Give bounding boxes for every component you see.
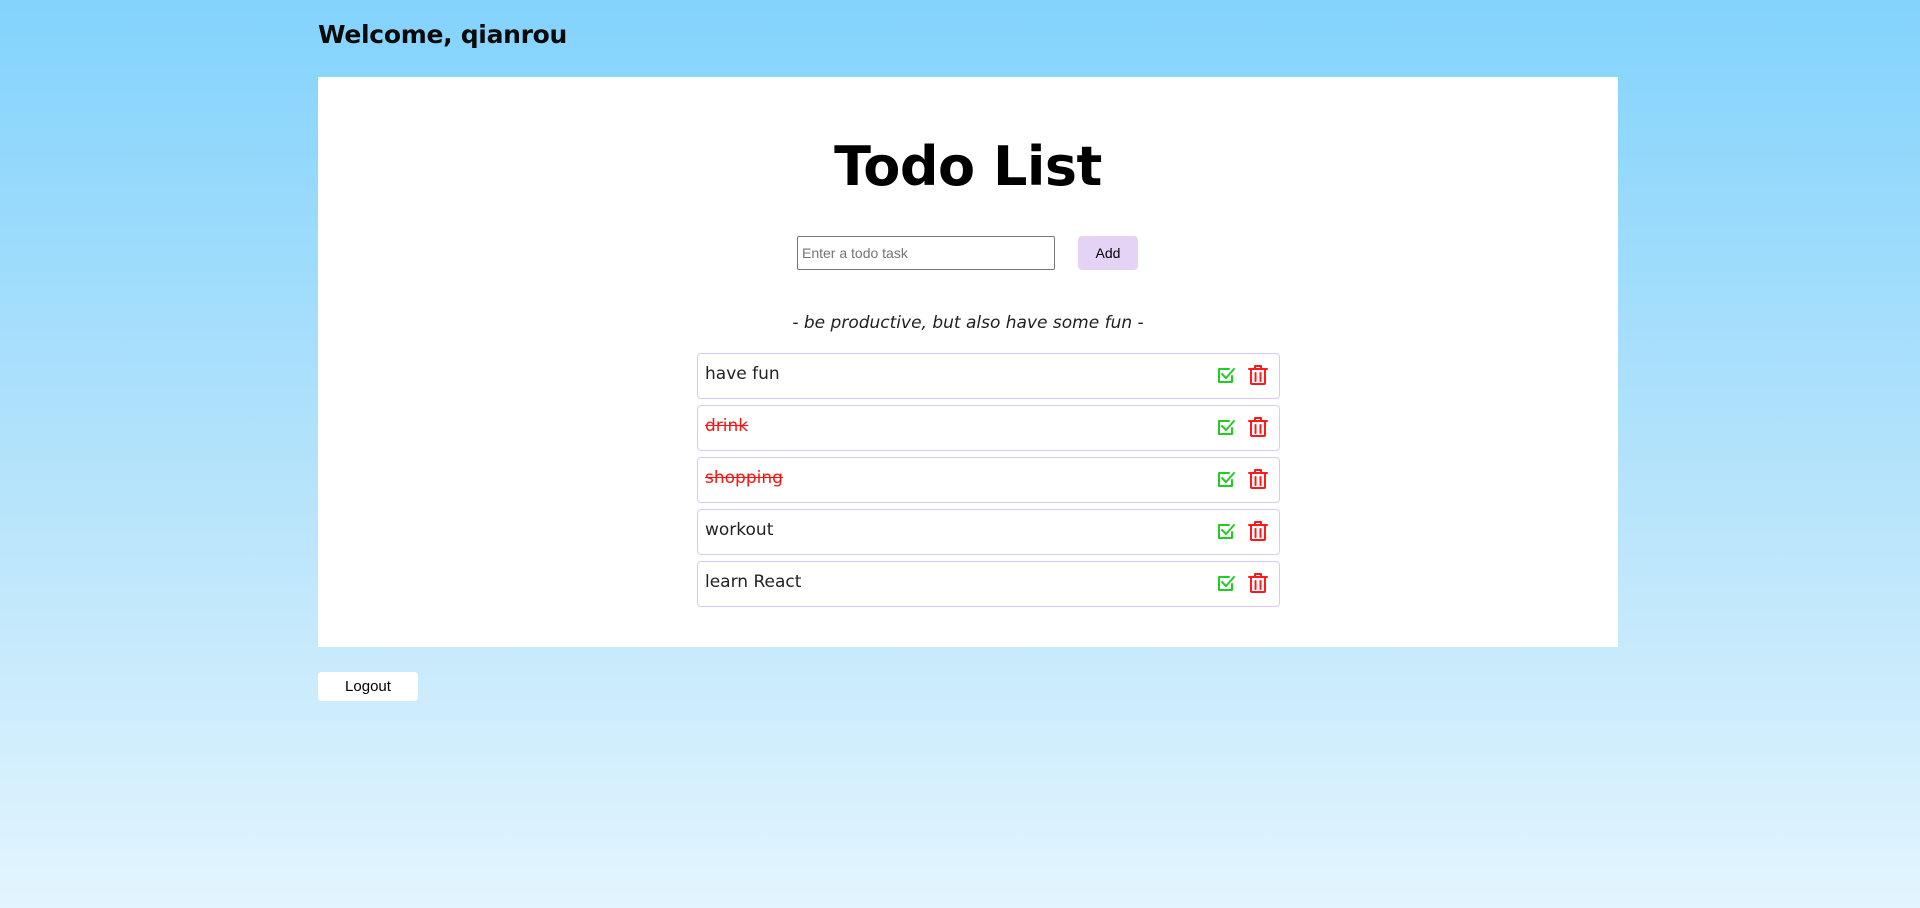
todo-list: have fun drink shopping workout learn Re…: [697, 353, 1280, 613]
trash-icon[interactable]: [1246, 467, 1270, 491]
trash-icon[interactable]: [1246, 363, 1270, 387]
todo-item: shopping: [697, 457, 1280, 503]
check-square-icon[interactable]: [1214, 363, 1238, 387]
todo-item: drink: [697, 405, 1280, 451]
todo-item: workout: [697, 509, 1280, 555]
check-square-icon[interactable]: [1214, 415, 1238, 439]
trash-icon[interactable]: [1246, 415, 1270, 439]
todo-text: have fun: [705, 364, 780, 384]
page-title: Todo List: [834, 135, 1102, 198]
todo-text: workout: [705, 520, 774, 540]
todo-card: Todo List Add - be productive, but also …: [318, 77, 1618, 647]
add-button[interactable]: Add: [1078, 236, 1138, 270]
todo-input[interactable]: [797, 236, 1055, 270]
todo-item: have fun: [697, 353, 1280, 399]
tagline: - be productive, but also have some fun …: [792, 313, 1144, 333]
check-square-icon[interactable]: [1214, 467, 1238, 491]
todo-text: shopping: [705, 468, 783, 488]
todo-text: learn React: [705, 572, 802, 592]
todo-text: drink: [705, 416, 749, 436]
welcome-heading: Welcome, qianrou: [318, 20, 568, 49]
check-square-icon[interactable]: [1214, 519, 1238, 543]
todo-item: learn React: [697, 561, 1280, 607]
trash-icon[interactable]: [1246, 519, 1270, 543]
trash-icon[interactable]: [1246, 571, 1270, 595]
logout-button[interactable]: Logout: [318, 672, 418, 701]
check-square-icon[interactable]: [1214, 571, 1238, 595]
